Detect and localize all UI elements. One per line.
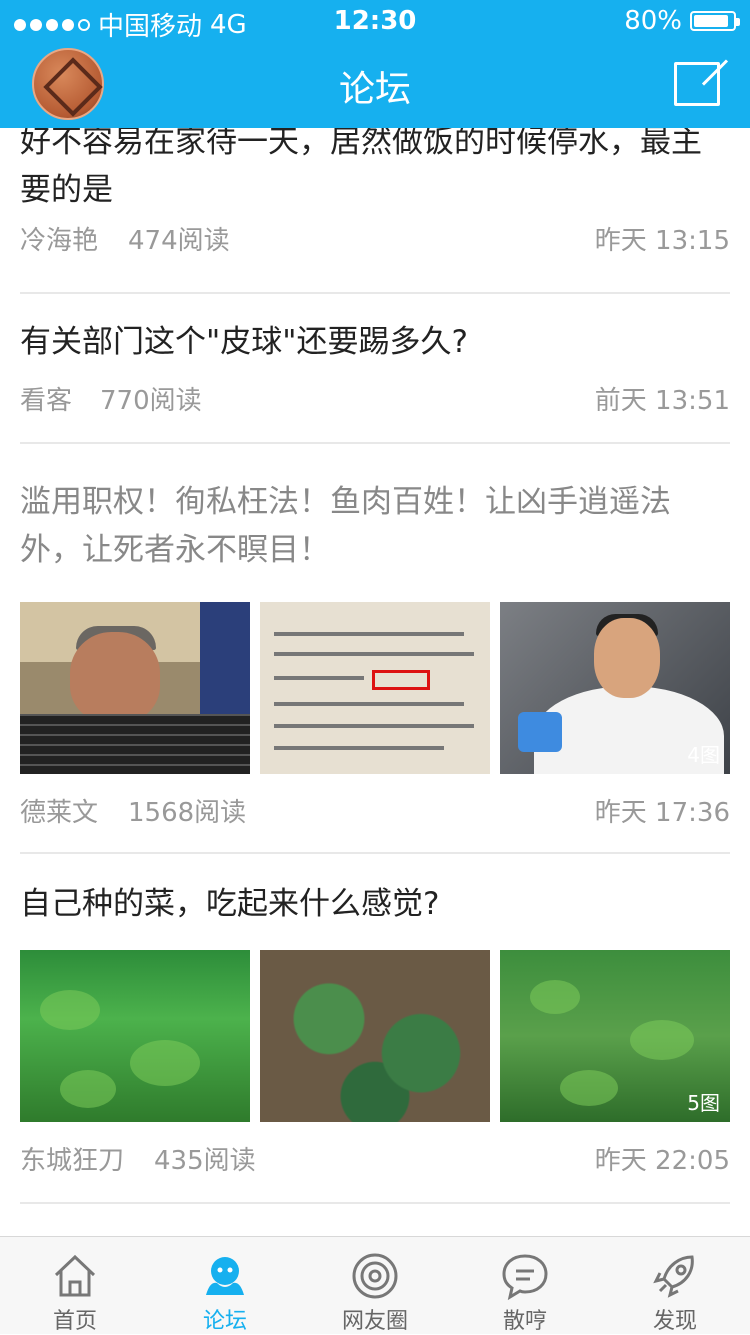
post-time: 前天 13:51 bbox=[594, 386, 730, 416]
post-feed[interactable]: 好不容易在家待一天，居然做饭的时候停水，最主要的是 冷海艳 474阅读 昨天 1… bbox=[0, 128, 750, 1236]
divider bbox=[20, 292, 730, 294]
nav-bar: 论坛 bbox=[0, 40, 750, 128]
post-time: 昨天 13:15 bbox=[594, 226, 730, 256]
status-bar: 中国移动 4G 12:30 80% bbox=[0, 0, 750, 42]
home-icon bbox=[54, 1254, 96, 1297]
divider bbox=[20, 1202, 730, 1204]
post-reads: 435阅读 bbox=[154, 1146, 256, 1176]
tab-label: 散哼 bbox=[502, 1309, 547, 1334]
post-time: 昨天 17:36 bbox=[594, 798, 730, 828]
tab-circle[interactable]: 网友圈 bbox=[300, 1237, 450, 1335]
tab-label: 网友圈 bbox=[341, 1309, 408, 1334]
post-thumbnails[interactable]: 4图 bbox=[20, 602, 730, 774]
tab-chat[interactable]: 散哼 bbox=[450, 1237, 600, 1335]
photo-thumbnail[interactable] bbox=[20, 602, 250, 774]
post-author[interactable]: 冷海艳 bbox=[20, 220, 98, 257]
post-title[interactable]: 自己种的菜，吃起来什么感觉? bbox=[20, 880, 730, 928]
post-reads: 474阅读 bbox=[128, 226, 230, 256]
battery-label: 80% bbox=[624, 6, 682, 36]
image-count-badge: 5图 bbox=[687, 1091, 720, 1115]
post-item[interactable]: 滥用职权！徇私枉法！鱼肉百姓！让凶手逍遥法外，让死者永不瞑目！ 4图 德莱文 1… bbox=[20, 478, 730, 828]
post-title[interactable]: 好不容易在家待一天，居然做饭的时候停水，最主要的是 bbox=[20, 128, 730, 214]
app-header: 中国移动 4G 12:30 80% 论坛 bbox=[0, 0, 750, 128]
circle-icon bbox=[352, 1253, 398, 1299]
post-meta: 东城狂刀 435阅读 昨天 22:05 bbox=[20, 1140, 730, 1180]
divider bbox=[20, 442, 730, 444]
post-time: 昨天 22:05 bbox=[594, 1146, 730, 1176]
document-thumbnail[interactable] bbox=[260, 602, 490, 774]
tab-label: 论坛 bbox=[202, 1309, 247, 1334]
image-count-badge: 4图 bbox=[687, 743, 720, 767]
post-item[interactable]: 自己种的菜，吃起来什么感觉? 5图 东城狂刀 435阅读 昨天 22:05 bbox=[20, 880, 730, 1176]
divider bbox=[20, 852, 730, 854]
tab-label: 发现 bbox=[652, 1309, 697, 1334]
photo-thumbnail[interactable] bbox=[260, 950, 490, 1122]
forum-icon bbox=[206, 1257, 244, 1295]
post-title[interactable]: 滥用职权！徇私枉法！鱼肉百姓！让凶手逍遥法外，让死者永不瞑目！ bbox=[20, 478, 730, 574]
battery-icon bbox=[690, 11, 740, 31]
compose-icon[interactable] bbox=[674, 62, 720, 106]
post-title[interactable]: 有关部门这个"皮球"还要踢多久? bbox=[20, 318, 730, 366]
rocket-icon bbox=[653, 1255, 694, 1298]
post-thumbnails[interactable]: 5图 bbox=[20, 950, 730, 1122]
post-meta: 看客 770阅读 前天 13:51 bbox=[20, 380, 730, 420]
tab-bar: 首页 论坛 网友圈 散哼 发现 bbox=[0, 1236, 750, 1334]
photo-thumbnail[interactable] bbox=[20, 950, 250, 1122]
post-author[interactable]: 东城狂刀 bbox=[20, 1140, 124, 1177]
post-item[interactable]: 好不容易在家待一天，居然做饭的时候停水，最主要的是 冷海艳 474阅读 昨天 1… bbox=[20, 128, 730, 256]
post-author[interactable]: 看客 bbox=[20, 380, 72, 417]
photo-thumbnail[interactable]: 4图 bbox=[500, 602, 730, 774]
post-meta: 冷海艳 474阅读 昨天 13:15 bbox=[20, 220, 730, 260]
post-reads: 1568阅读 bbox=[128, 798, 247, 828]
chat-icon bbox=[502, 1254, 548, 1301]
tab-label: 首页 bbox=[52, 1309, 97, 1334]
tab-home[interactable]: 首页 bbox=[0, 1237, 150, 1335]
post-item[interactable]: 有关部门这个"皮球"还要踢多久? 看客 770阅读 前天 13:51 bbox=[20, 318, 730, 416]
tab-forum[interactable]: 论坛 bbox=[150, 1237, 300, 1335]
photo-thumbnail[interactable]: 5图 bbox=[500, 950, 730, 1122]
post-author[interactable]: 德莱文 bbox=[20, 792, 98, 829]
page-title: 论坛 bbox=[338, 69, 411, 110]
tab-discover[interactable]: 发现 bbox=[600, 1237, 750, 1335]
post-meta: 德莱文 1568阅读 昨天 17:36 bbox=[20, 792, 730, 832]
post-reads: 770阅读 bbox=[100, 386, 202, 416]
